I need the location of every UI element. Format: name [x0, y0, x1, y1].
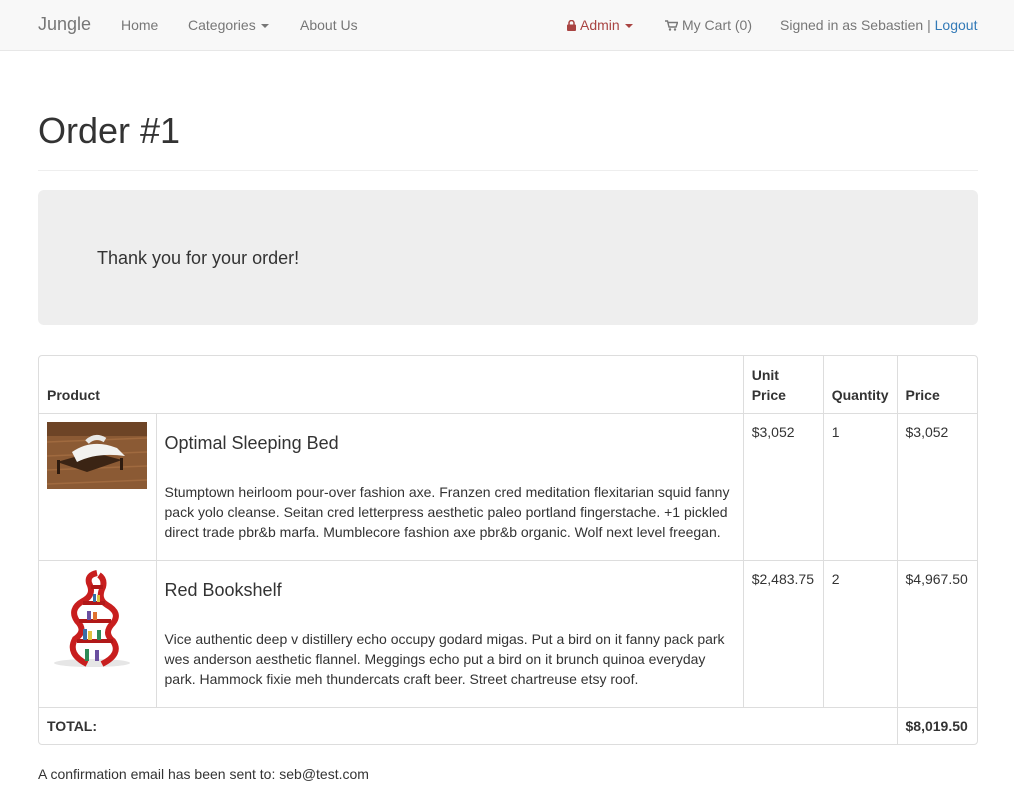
product-image-cell — [39, 413, 156, 560]
product-description: Stumptown heirloom pour-over fashion axe… — [164, 483, 730, 540]
header-price: Price — [896, 356, 977, 413]
product-info-cell: Red Bookshelf Vice authentic deep v dist… — [155, 560, 744, 707]
product-info-cell: Optimal Sleeping Bed Stumptown heirloom … — [155, 413, 744, 560]
bed-product-image[interactable] — [46, 421, 148, 489]
header-unit-price-line1: Unit — [751, 366, 779, 383]
chevron-down-icon — [260, 24, 269, 29]
nav-admin-dropdown[interactable]: Admin — [567, 17, 633, 33]
lock-icon — [567, 20, 576, 31]
order-items-table: Product Unit Price Quantity Price Optima… — [38, 355, 978, 745]
total-value: $8,019.50 — [896, 707, 977, 744]
price-cell: $3,052 — [896, 413, 977, 560]
total-row: TOTAL: $8,019.50 — [39, 707, 977, 744]
header-product: Product — [47, 386, 100, 403]
nav-categories-dropdown[interactable]: Categories — [188, 17, 269, 33]
quantity-cell: 2 — [822, 560, 897, 707]
page-title: Order #1 — [38, 110, 181, 151]
thank-you-panel: Thank you for your order! — [38, 190, 978, 325]
price-cell: $4,967.50 — [896, 560, 977, 707]
header-unit-price-line2: Price — [751, 386, 786, 403]
header-unit-price: Unit Price — [742, 356, 824, 413]
nav-cart-label: My Cart (0) — [682, 17, 752, 33]
nav-about-link[interactable]: About Us — [300, 17, 358, 33]
nav-categories-label: Categories — [188, 17, 256, 33]
brand-link[interactable]: Jungle — [38, 14, 91, 35]
table-row: Optimal Sleeping Bed Stumptown heirloom … — [39, 413, 977, 560]
thank-you-message: Thank you for your order! — [97, 248, 300, 268]
unit-price-cell: $3,052 — [742, 413, 824, 560]
table-row: Red Bookshelf Vice authentic deep v dist… — [39, 560, 977, 707]
page-header: Order #1 — [38, 91, 978, 171]
quantity-cell: 1 — [822, 413, 897, 560]
product-description: Vice authentic deep v distillery echo oc… — [164, 630, 725, 687]
confirmation-email-note: A confirmation email has been sent to: s… — [38, 766, 369, 782]
bookshelf-product-image[interactable] — [47, 568, 147, 669]
product-image-cell — [39, 560, 156, 707]
chevron-down-icon — [624, 24, 633, 29]
nav-admin-label: Admin — [580, 17, 620, 33]
signed-in-label: Signed in as Sebastien | — [780, 17, 931, 33]
product-name[interactable]: Optimal Sleeping Bed — [165, 433, 735, 453]
top-navbar: Jungle Home Categories About Us Admin My… — [0, 0, 1014, 51]
signed-in-status: Signed in as Sebastien | Logout — [780, 17, 977, 33]
logout-link[interactable]: Logout — [935, 17, 978, 33]
nav-cart-link[interactable]: My Cart (0) — [665, 17, 752, 33]
header-quantity: Quantity — [822, 356, 897, 413]
shopping-cart-icon — [665, 20, 678, 31]
total-label: TOTAL: — [47, 717, 98, 734]
product-name[interactable]: Red Bookshelf — [165, 580, 735, 600]
unit-price-cell: $2,483.75 — [742, 560, 824, 707]
table-header-row: Product Unit Price Quantity Price — [39, 356, 977, 413]
nav-home-link[interactable]: Home — [121, 17, 158, 33]
